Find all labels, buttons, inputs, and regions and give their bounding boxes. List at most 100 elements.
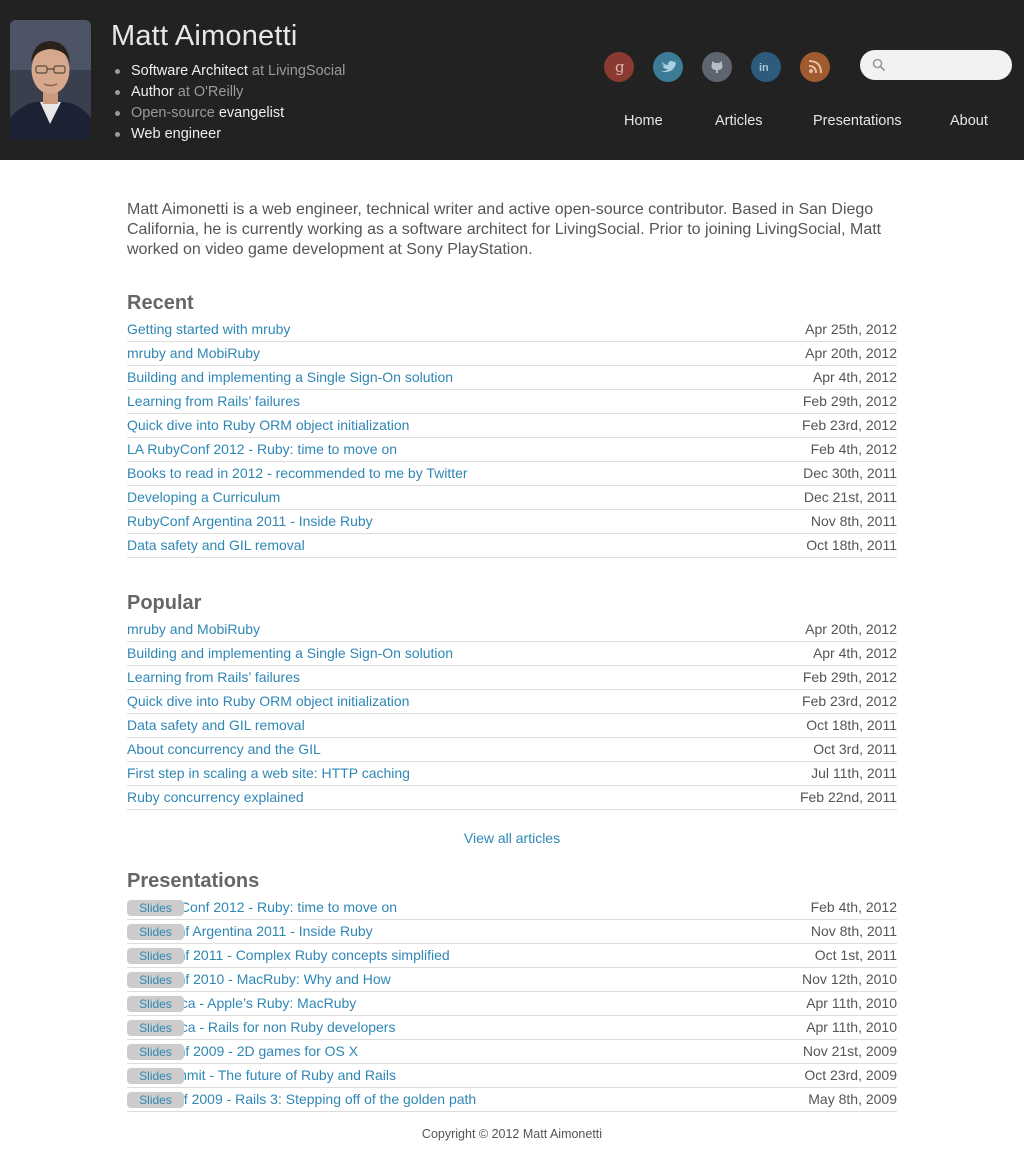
presentation-date: May 8th, 2009 [808, 1091, 897, 1107]
article-link[interactable]: Learning from Rails’ failures [127, 669, 300, 685]
presentation-date: Nov 8th, 2011 [810, 923, 897, 939]
article-row: Getting started with mruby Apr 25th, 2012 [127, 318, 897, 342]
article-date: Nov 8th, 2011 [810, 513, 897, 529]
article-row: First step in scaling a web site: HTTP c… [127, 762, 897, 786]
search-input[interactable] [890, 55, 1002, 75]
article-row: Learning from Rails’ failures Feb 29th, 2… [127, 666, 897, 690]
google-plus-button[interactable]: g [604, 52, 634, 82]
main-content: Matt Aimonetti is a web engineer, techni… [127, 200, 897, 1112]
search-box [860, 50, 1012, 80]
article-date: Feb 4th, 2012 [810, 441, 897, 457]
slides-button[interactable]: Slides [127, 900, 184, 916]
role-rest: at LivingSocial [247, 63, 346, 79]
svg-text:g: g [615, 59, 625, 75]
slides-button[interactable]: Slides [127, 1020, 184, 1036]
rss-icon [808, 60, 822, 74]
article-link[interactable]: Building and implementing a Single Sign-… [127, 369, 453, 385]
popular-articles-list: mruby and MobiRuby Apr 20th, 2012 Building… [127, 618, 897, 810]
article-link[interactable]: Developing a Curriculum [127, 489, 280, 505]
slides-button[interactable]: Slides [127, 996, 184, 1012]
slides-button[interactable]: Slides [127, 948, 184, 964]
article-row: Quick dive into Ruby ORM object initiali… [127, 414, 897, 438]
article-date: Feb 22nd, 2011 [799, 789, 897, 805]
presentation-row: RailsConf 2009 - Rails 3: Stepping off o… [127, 1088, 897, 1112]
article-row: Data safety and GIL removal Oct 18th, 201… [127, 714, 897, 738]
linkedin-button[interactable]: in [751, 52, 781, 82]
article-row: LA RubyConf 2012 - Ruby: time to move on… [127, 438, 897, 462]
slides-button[interactable]: Slides [127, 1092, 184, 1108]
presentation-date: Feb 4th, 2012 [810, 899, 897, 915]
presentations-heading: Presentations [127, 870, 260, 892]
article-row: RubyConf Argentina 2011 - Inside Ruby Nov… [127, 510, 897, 534]
slides-button[interactable]: Slides [127, 1044, 184, 1060]
article-link[interactable]: Quick dive into Ruby ORM object initiali… [127, 417, 409, 433]
presentation-row: RailsSummit - The future of Ruby and Rai… [127, 1064, 897, 1088]
article-row: mruby and MobiRuby Apr 20th, 2012 [127, 618, 897, 642]
twitter-button[interactable] [653, 52, 683, 82]
role-highlight: Software Architect [131, 63, 248, 79]
article-link[interactable]: Building and implementing a Single Sign-… [127, 645, 453, 661]
main-nav: Home Articles Presentations About [0, 113, 1024, 135]
article-link[interactable]: Ruby concurrency explained [127, 789, 304, 805]
article-link[interactable]: Data safety and GIL removal [127, 537, 305, 553]
recent-heading: Recent [127, 292, 194, 314]
article-date: Feb 23rd, 2012 [802, 693, 897, 709]
github-button[interactable] [702, 52, 732, 82]
role-item: Author at O'Reilly [111, 82, 345, 103]
article-row: Developing a Curriculum Dec 21st, 2011 [127, 486, 897, 510]
linkedin-icon: in [758, 60, 774, 74]
svg-text:in: in [759, 62, 769, 74]
presentation-row: LA RubyConf 2012 - Ruby: time to move on… [127, 896, 897, 920]
nav-home[interactable]: Home [624, 113, 663, 129]
presentation-row: RubyConf 2009 - 2D games for OS X Slides N… [127, 1040, 897, 1064]
nav-articles[interactable]: Articles [715, 113, 763, 129]
search-icon [872, 58, 886, 77]
twitter-icon [660, 60, 676, 74]
article-row: mruby and MobiRuby Apr 20th, 2012 [127, 342, 897, 366]
github-icon [709, 59, 725, 75]
article-link[interactable]: About concurrency and the GIL [127, 741, 321, 757]
nav-about[interactable]: About [950, 113, 988, 129]
article-link[interactable]: mruby and MobiRuby [127, 345, 260, 361]
role-item: Software Architect at LivingSocial [111, 61, 345, 82]
rss-button[interactable] [800, 52, 830, 82]
article-row: Quick dive into Ruby ORM object initiali… [127, 690, 897, 714]
google-icon: g [612, 59, 626, 75]
article-date: Apr 25th, 2012 [805, 321, 897, 337]
article-link[interactable]: Data safety and GIL removal [127, 717, 305, 733]
slides-button[interactable]: Slides [127, 1068, 184, 1084]
footer-copyright: Copyright © 2012 Matt Aimonetti [421, 1127, 603, 1141]
article-date: Oct 18th, 2011 [806, 717, 897, 733]
article-date: Feb 29th, 2012 [802, 393, 897, 409]
article-row: Building and implementing a Single Sign-… [127, 366, 897, 390]
article-link[interactable]: Getting started with mruby [127, 321, 290, 337]
view-all-container: View all articles [127, 830, 897, 846]
presentation-row: RubyConf Argentina 2011 - Inside Ruby Sli… [127, 920, 897, 944]
site-owner-name: Matt Aimonetti [111, 20, 298, 52]
role-highlight: Author [131, 84, 174, 100]
article-date: Dec 21st, 2011 [803, 489, 897, 505]
recent-articles-list: Getting started with mruby Apr 25th, 2012… [127, 318, 897, 558]
article-date: Apr 20th, 2012 [805, 345, 897, 361]
article-link[interactable]: First step in scaling a web site: HTTP c… [127, 765, 410, 781]
article-date: Oct 3rd, 2011 [813, 741, 897, 757]
presentation-date: Oct 23rd, 2009 [804, 1067, 897, 1083]
slides-button[interactable]: Slides [127, 972, 184, 988]
presentation-date: Apr 11th, 2010 [806, 1019, 897, 1035]
article-date: Oct 18th, 2011 [806, 537, 897, 553]
article-link[interactable]: Books to read in 2012 - recommended to m… [127, 465, 468, 481]
article-link[interactable]: LA RubyConf 2012 - Ruby: time to move on [127, 441, 397, 457]
view-all-articles-link[interactable]: View all articles [464, 830, 560, 846]
article-link[interactable]: mruby and MobiRuby [127, 621, 260, 637]
article-link[interactable]: RubyConf Argentina 2011 - Inside Ruby [127, 513, 373, 529]
intro-text: Matt Aimonetti is a web engineer, techni… [127, 201, 882, 258]
nav-presentations[interactable]: Presentations [813, 113, 902, 129]
article-date: Feb 29th, 2012 [802, 669, 897, 685]
article-row: Ruby concurrency explained Feb 22nd, 2011 [127, 786, 897, 810]
article-date: Apr 4th, 2012 [812, 369, 897, 385]
article-link[interactable]: Learning from Rails’ failures [127, 393, 300, 409]
article-link[interactable]: Quick dive into Ruby ORM object initiali… [127, 693, 409, 709]
presentation-date: Oct 1st, 2011 [814, 947, 897, 963]
slides-button[interactable]: Slides [127, 924, 184, 940]
presentation-row: ConFoo.ca - Apple’s Ruby: MacRuby Slides A… [127, 992, 897, 1016]
